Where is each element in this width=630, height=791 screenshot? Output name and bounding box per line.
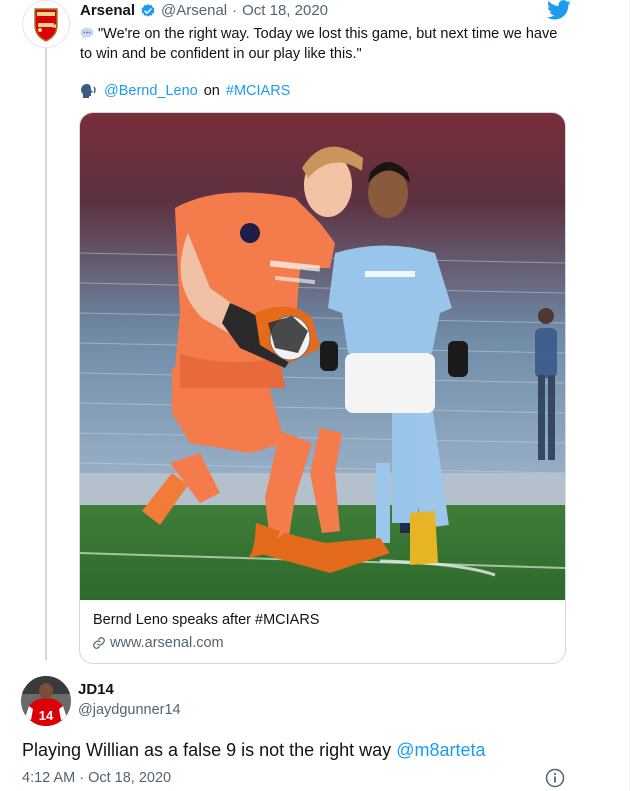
jersey-number: 14 [39,708,54,723]
hashtag-link[interactable]: #MCIARS [226,83,290,99]
reply-body: Playing Willian as a false 9 is not the … [22,740,392,760]
tweet-quote: "We're on the right way. Today we lost t… [80,26,558,62]
jd14-avatar[interactable]: 14 [21,676,71,726]
tweet-author-name[interactable]: Arsenal [80,2,135,19]
mention-row: @Bernd_Leno on #MCIARS [80,83,290,99]
link-card[interactable]: Bernd Leno speaks after #MCIARS www.arse… [79,112,566,664]
mention-on-text: on [203,83,220,99]
mentioned-user-link[interactable]: @Bernd_Leno [104,83,198,99]
separator-dot: · [232,2,238,19]
reply-mention-link[interactable]: @m8arteta [396,740,485,760]
verified-icon [141,3,155,17]
arsenal-crest-icon [34,8,58,42]
twitter-bird-icon[interactable] [546,0,572,22]
card-domain[interactable]: www.arsenal.com [92,635,224,651]
card-domain-text: www.arsenal.com [110,635,224,651]
tweet-header: Arsenal @Arsenal · Oct 18, 2020 [80,2,328,19]
info-icon[interactable] [545,768,565,788]
speech-bubble-icon [80,27,94,39]
card-title[interactable]: Bernd Leno speaks after #MCIARS [93,612,319,628]
reply-timestamp[interactable]: 4:12 AM · Oct 18, 2020 [22,770,171,786]
thread-connector-line [45,48,47,660]
arsenal-avatar[interactable] [22,0,70,48]
tweet-date[interactable]: Oct 18, 2020 [242,2,328,19]
speaking-head-icon [81,84,96,98]
reply-author-handle[interactable]: @jaydgunner14 [78,702,181,718]
tweet-author-handle[interactable]: @Arsenal [161,2,227,19]
reply-author-name[interactable]: JD14 [78,681,114,698]
reply-text: Playing Willian as a false 9 is not the … [22,740,486,761]
link-icon [93,637,105,649]
card-photo[interactable] [80,113,565,600]
tweet-text: "We're on the right way. Today we lost t… [80,24,560,64]
